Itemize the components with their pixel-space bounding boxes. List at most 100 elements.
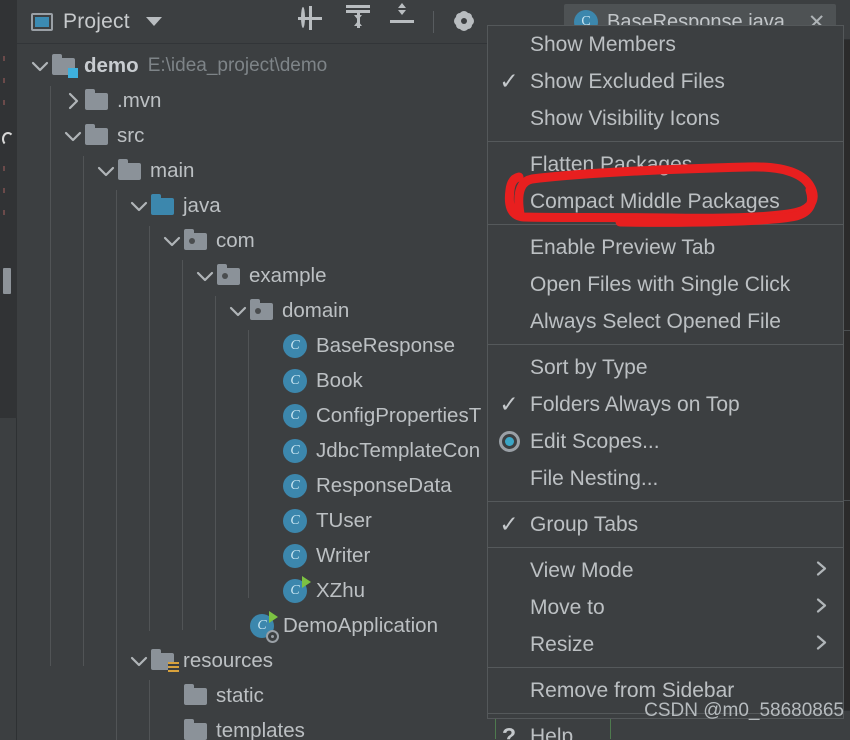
menu-item[interactable]: Enable Preview Tab [488,229,843,266]
locate-file-icon[interactable] [301,7,327,35]
menu-item-gutter [488,303,530,340]
menu-item[interactable]: Always Select Opened File [488,303,843,340]
tree-row[interactable]: com [17,223,488,258]
chevron-down-icon[interactable] [62,118,84,153]
ide-window: C BaseResponse.java ✕ u j S j } ❯ ❯ 12 [0,0,850,740]
chevron-down-icon[interactable] [128,643,150,678]
module-folder-icon [51,54,78,78]
chevron-down-icon[interactable] [161,223,183,258]
chevron-down-icon[interactable] [145,17,162,26]
resource-folder-icon [150,649,179,674]
left-tool-strip[interactable] [0,0,17,740]
menu-item[interactable]: Open Files with Single Click [488,266,843,303]
tree-row-label: resources [183,648,274,672]
tree-row[interactable]: resources [17,643,488,678]
menu-item[interactable]: ✓ Group Tabs [488,506,843,543]
tree-row-label: Book [316,368,363,392]
menu-item[interactable]: Move to [488,589,843,626]
menu-separator [488,224,843,225]
gear-icon[interactable] [452,9,478,35]
tree-row-label: java [183,193,221,217]
menu-item-label: Help [530,724,574,740]
tree-row-label: main [150,158,195,182]
scrollbar-thumb[interactable] [3,268,11,294]
tree-row[interactable]: static [17,678,488,713]
tree-row[interactable]: C DemoApplication [17,608,488,643]
tree-row[interactable]: C TUser [17,503,488,538]
project-title-group[interactable]: Project [31,10,162,34]
tree-row-label: domain [282,298,350,322]
menu-item[interactable]: ✓ Folders Always on Top [488,386,843,423]
tree-row[interactable]: C Book [17,363,488,398]
tree-row[interactable]: C ResponseData [17,468,488,503]
package-icon [249,299,275,321]
menu-item-label: Flatten Packages [530,152,693,176]
class-icon: C [282,438,308,464]
chevron-down-icon[interactable] [194,258,216,293]
menu-item[interactable]: ✓ Show Excluded Files [488,63,843,100]
folder-icon [117,159,143,181]
menu-item-gutter: ? [488,718,530,740]
runnable-class-icon: C [282,575,311,604]
class-icon: C [282,508,308,534]
tree-row[interactable]: templates [17,713,488,740]
menu-item[interactable]: Compact Middle Packages [488,183,843,220]
tree-row-label: ConfigPropertiesT [316,403,482,427]
menu-item[interactable]: Show Members [488,26,843,63]
collapse-all-icon[interactable] [389,3,415,35]
project-tree[interactable]: demo E:\idea_project\demo .mvn src main java c… [17,44,488,740]
chevron-down-icon[interactable] [29,48,51,83]
chevron-down-icon[interactable] [227,293,249,328]
expand-all-icon[interactable] [345,5,371,35]
menu-item-label: Move to [530,595,605,619]
project-options-context-menu[interactable]: Show Members ✓ Show Excluded Files Show Vis… [487,25,844,740]
strip-tick [3,210,5,215]
submenu-arrow-icon [815,595,829,620]
menu-item[interactable]: Resize [488,626,843,663]
tree-row[interactable]: demo E:\idea_project\demo [17,48,488,83]
menu-item[interactable]: Edit Scopes... [488,423,843,460]
tree-row-label: demo [84,53,139,77]
tree-row[interactable]: example [17,258,488,293]
tree-row[interactable]: main [17,153,488,188]
chevron-right-icon[interactable] [62,83,84,118]
watermark: CSDN @m0_58680865 [644,700,844,721]
menu-item-label: Enable Preview Tab [530,235,716,259]
question-mark-icon: ? [501,723,517,740]
menu-item[interactable]: Sort by Type [488,349,843,386]
menu-item[interactable]: View Mode [488,552,843,589]
tree-row[interactable]: C XZhu [17,573,488,608]
tree-row[interactable]: java [17,188,488,223]
tree-row[interactable]: C JdbcTemplateCon [17,433,488,468]
folder-icon [84,89,110,111]
folder-icon [183,719,209,740]
menu-item-label: Edit Scopes... [530,429,660,453]
tree-row[interactable]: domain [17,293,488,328]
menu-item-gutter: ✓ [488,63,530,100]
tree-row[interactable]: .mvn [17,83,488,118]
class-icon: C [282,473,308,499]
chevron-down-icon[interactable] [95,153,117,188]
menu-item-label: Group Tabs [530,512,639,536]
menu-item[interactable]: File Nesting... [488,460,843,497]
chevron-down-icon[interactable] [128,188,150,223]
class-icon: C [282,543,308,569]
tree-row[interactable]: C ConfigPropertiesT [17,398,488,433]
tree-row-label: src [117,123,145,147]
menu-item-gutter [488,266,530,303]
menu-item-label: Show Visibility Icons [530,106,720,130]
menu-item[interactable]: Show Visibility Icons [488,100,843,137]
tree-row[interactable]: C Writer [17,538,488,573]
menu-item-gutter [488,349,530,386]
tree-row[interactable]: src [17,118,488,153]
check-icon: ✓ [499,68,519,94]
tree-row[interactable]: C BaseResponse [17,328,488,363]
submenu-arrow-icon [815,632,829,657]
panel-toolbar [301,0,478,44]
toolbar-separator [433,11,434,33]
folder-icon [183,684,209,706]
menu-item[interactable]: Flatten Packages [488,146,843,183]
